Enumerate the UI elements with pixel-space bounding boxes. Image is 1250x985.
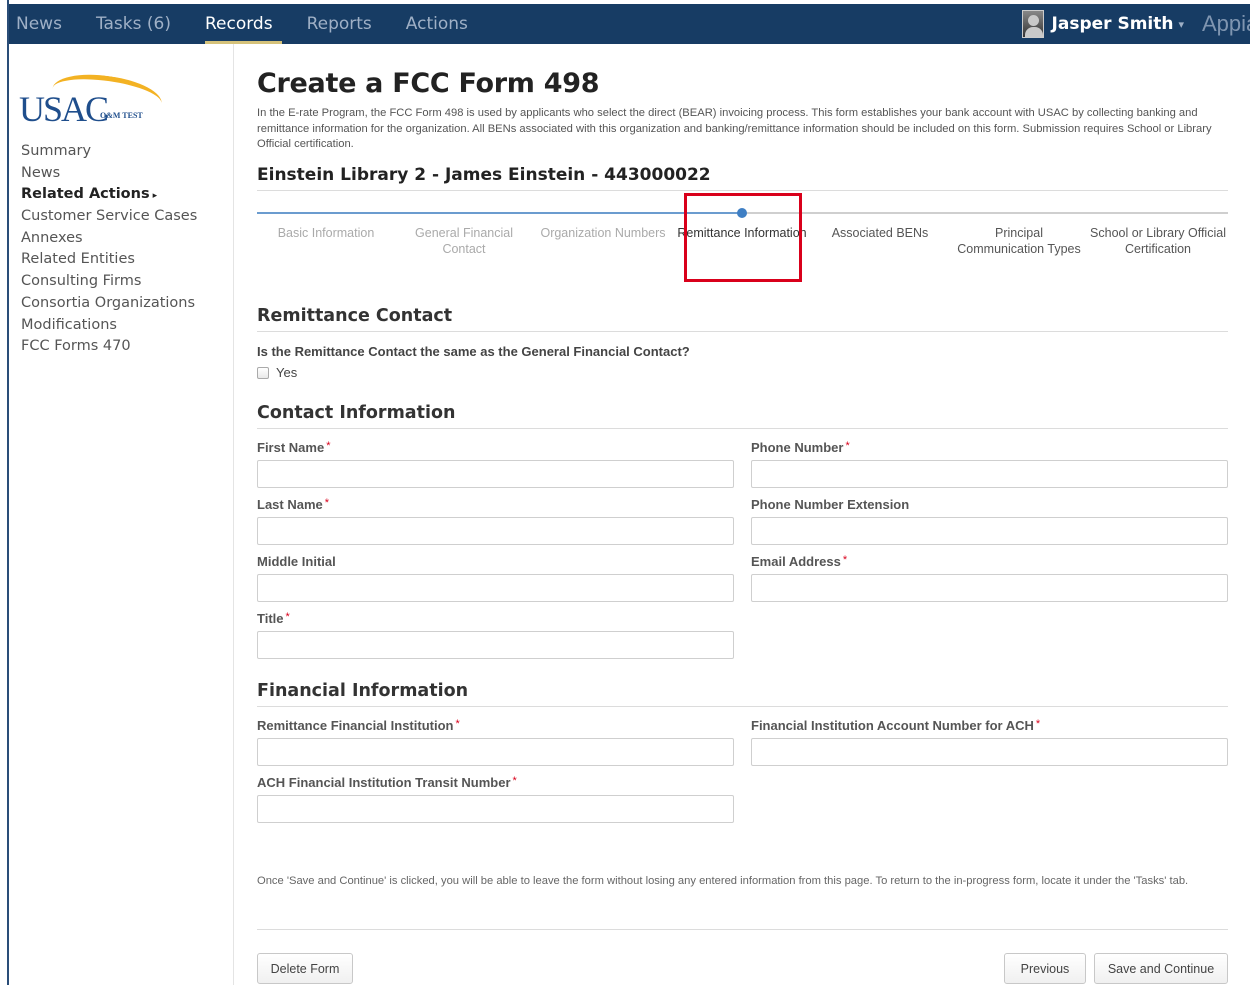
page-title: Create a FCC Form 498	[257, 68, 600, 99]
step-general-financial-contact[interactable]: General Financial Contact	[395, 225, 533, 257]
nav-tab-tasks[interactable]: Tasks (6)	[79, 4, 188, 44]
ach-transit-number-label: ACH Financial Institution Transit Number…	[257, 775, 517, 790]
stepper-track-progress	[257, 212, 742, 214]
label-text: Phone Number	[751, 440, 844, 455]
nav-tab-news[interactable]: News	[9, 4, 79, 44]
financial-institution-label: Remittance Financial Institution *	[257, 718, 460, 733]
step-basic-information[interactable]: Basic Information	[257, 225, 395, 241]
phone-extension-label: Phone Number Extension	[751, 497, 910, 512]
sidebar-item-fcc-forms-470[interactable]: FCC Forms 470	[21, 336, 197, 358]
required-marker: *	[455, 718, 460, 730]
sidebar-item-consulting-firms[interactable]: Consulting Firms	[21, 271, 197, 293]
required-marker: *	[324, 497, 330, 509]
sidebar: USAC O&M TEST Summary News Related Actio…	[9, 44, 234, 985]
divider	[257, 929, 1228, 930]
step-organization-numbers[interactable]: Organization Numbers	[534, 225, 672, 241]
section-title-contact-information: Contact Information	[257, 403, 456, 423]
middle-initial-field[interactable]	[257, 574, 734, 602]
step-principal-communication-types[interactable]: Principal Communication Types	[950, 225, 1088, 257]
sidebar-item-summary[interactable]: Summary	[21, 141, 197, 163]
title-label: Title *	[257, 611, 290, 626]
step-official-certification[interactable]: School or Library Official Certification	[1089, 225, 1227, 257]
organization-title: Einstein Library 2 - James Einstein - 44…	[257, 165, 711, 185]
label-text: Email Address	[751, 554, 841, 569]
label-text: Last Name	[257, 497, 323, 512]
delete-form-button[interactable]: Delete Form	[257, 953, 353, 984]
section-title-remittance-contact: Remittance Contact	[257, 306, 453, 326]
divider	[257, 190, 1228, 191]
logo-text: USAC	[19, 89, 109, 129]
divider	[257, 706, 1228, 707]
previous-button[interactable]: Previous	[1004, 953, 1086, 984]
nav-tab-records[interactable]: Records	[188, 4, 290, 44]
phone-number-field[interactable]	[751, 460, 1228, 488]
same-contact-question: Is the Remittance Contact the same as th…	[257, 344, 690, 359]
first-name-field[interactable]	[257, 460, 734, 488]
sidebar-item-news[interactable]: News	[21, 163, 197, 185]
footer-note: Once 'Save and Continue' is clicked, you…	[257, 875, 1189, 887]
required-marker: *	[845, 440, 850, 452]
first-name-label: First Name *	[257, 440, 330, 455]
user-menu[interactable]: Jasper Smith ▾	[1044, 4, 1190, 44]
label-text: ACH Financial Institution Transit Number	[257, 775, 511, 790]
middle-initial-label: Middle Initial	[257, 554, 336, 569]
triangle-right-icon: ▸	[152, 191, 158, 202]
save-and-continue-button[interactable]: Save and Continue	[1094, 953, 1228, 984]
same-contact-checkbox[interactable]	[257, 366, 269, 379]
sidebar-menu: Summary News Related Actions ▸ Customer S…	[21, 141, 197, 358]
last-name-field[interactable]	[257, 517, 734, 545]
last-name-label: Last Name *	[257, 497, 329, 512]
ach-account-number-field[interactable]	[751, 738, 1228, 766]
appian-logo: Appian	[1202, 11, 1250, 36]
label-text: Title	[257, 611, 284, 626]
same-contact-option[interactable]: Yes	[257, 365, 297, 380]
required-marker: *	[512, 775, 517, 787]
sidebar-item-customer-service-cases[interactable]: Customer Service Cases	[21, 206, 197, 228]
progress-stepper: Basic Information General Financial Cont…	[257, 193, 1228, 282]
top-nav-bar: News Tasks (6) Records Reports Actions J…	[9, 4, 1250, 44]
user-avatar[interactable]	[1021, 10, 1044, 38]
label-text: First Name	[257, 440, 325, 455]
checkbox-label: Yes	[276, 365, 298, 380]
label-text: Financial Institution Account Number for…	[751, 718, 1034, 733]
required-marker: *	[1035, 718, 1041, 730]
email-field[interactable]	[751, 574, 1228, 602]
phone-extension-field[interactable]	[751, 517, 1228, 545]
required-marker: *	[326, 440, 331, 452]
sidebar-item-modifications[interactable]: Modifications	[21, 315, 197, 337]
step-associated-bens[interactable]: Associated BENs	[811, 225, 949, 241]
email-label: Email Address *	[751, 554, 847, 569]
usac-logo: USAC O&M TEST	[19, 68, 165, 129]
sidebar-item-related-actions[interactable]: Related Actions ▸	[21, 184, 197, 206]
title-field[interactable]	[257, 631, 734, 659]
ach-transit-number-field[interactable]	[257, 795, 734, 823]
required-marker: *	[285, 611, 290, 623]
user-name: Jasper Smith	[1051, 14, 1174, 34]
label-text: Remittance Financial Institution	[257, 718, 454, 733]
ach-account-number-label: Financial Institution Account Number for…	[751, 718, 1040, 733]
section-title-financial-information: Financial Information	[257, 681, 469, 701]
intro-text: In the E-rate Program, the FCC Form 498 …	[257, 107, 1212, 150]
nav-tab-actions[interactable]: Actions	[389, 4, 485, 44]
highlight-annotation-box	[684, 193, 802, 282]
divider	[257, 331, 1228, 332]
sidebar-item-consortia-organizations[interactable]: Consortia Organizations	[21, 293, 197, 315]
nav-tab-reports[interactable]: Reports	[290, 4, 389, 44]
sidebar-item-related-entities[interactable]: Related Entities	[21, 249, 197, 271]
required-marker: *	[842, 554, 848, 566]
phone-number-label: Phone Number *	[751, 440, 850, 455]
financial-institution-field[interactable]	[257, 738, 734, 766]
divider	[257, 428, 1228, 429]
sidebar-item-annexes[interactable]: Annexes	[21, 228, 197, 250]
sidebar-item-label: Related Actions	[21, 186, 150, 203]
chevron-down-icon: ▾	[1178, 17, 1184, 31]
logo-subtext: O&M TEST	[100, 111, 143, 120]
